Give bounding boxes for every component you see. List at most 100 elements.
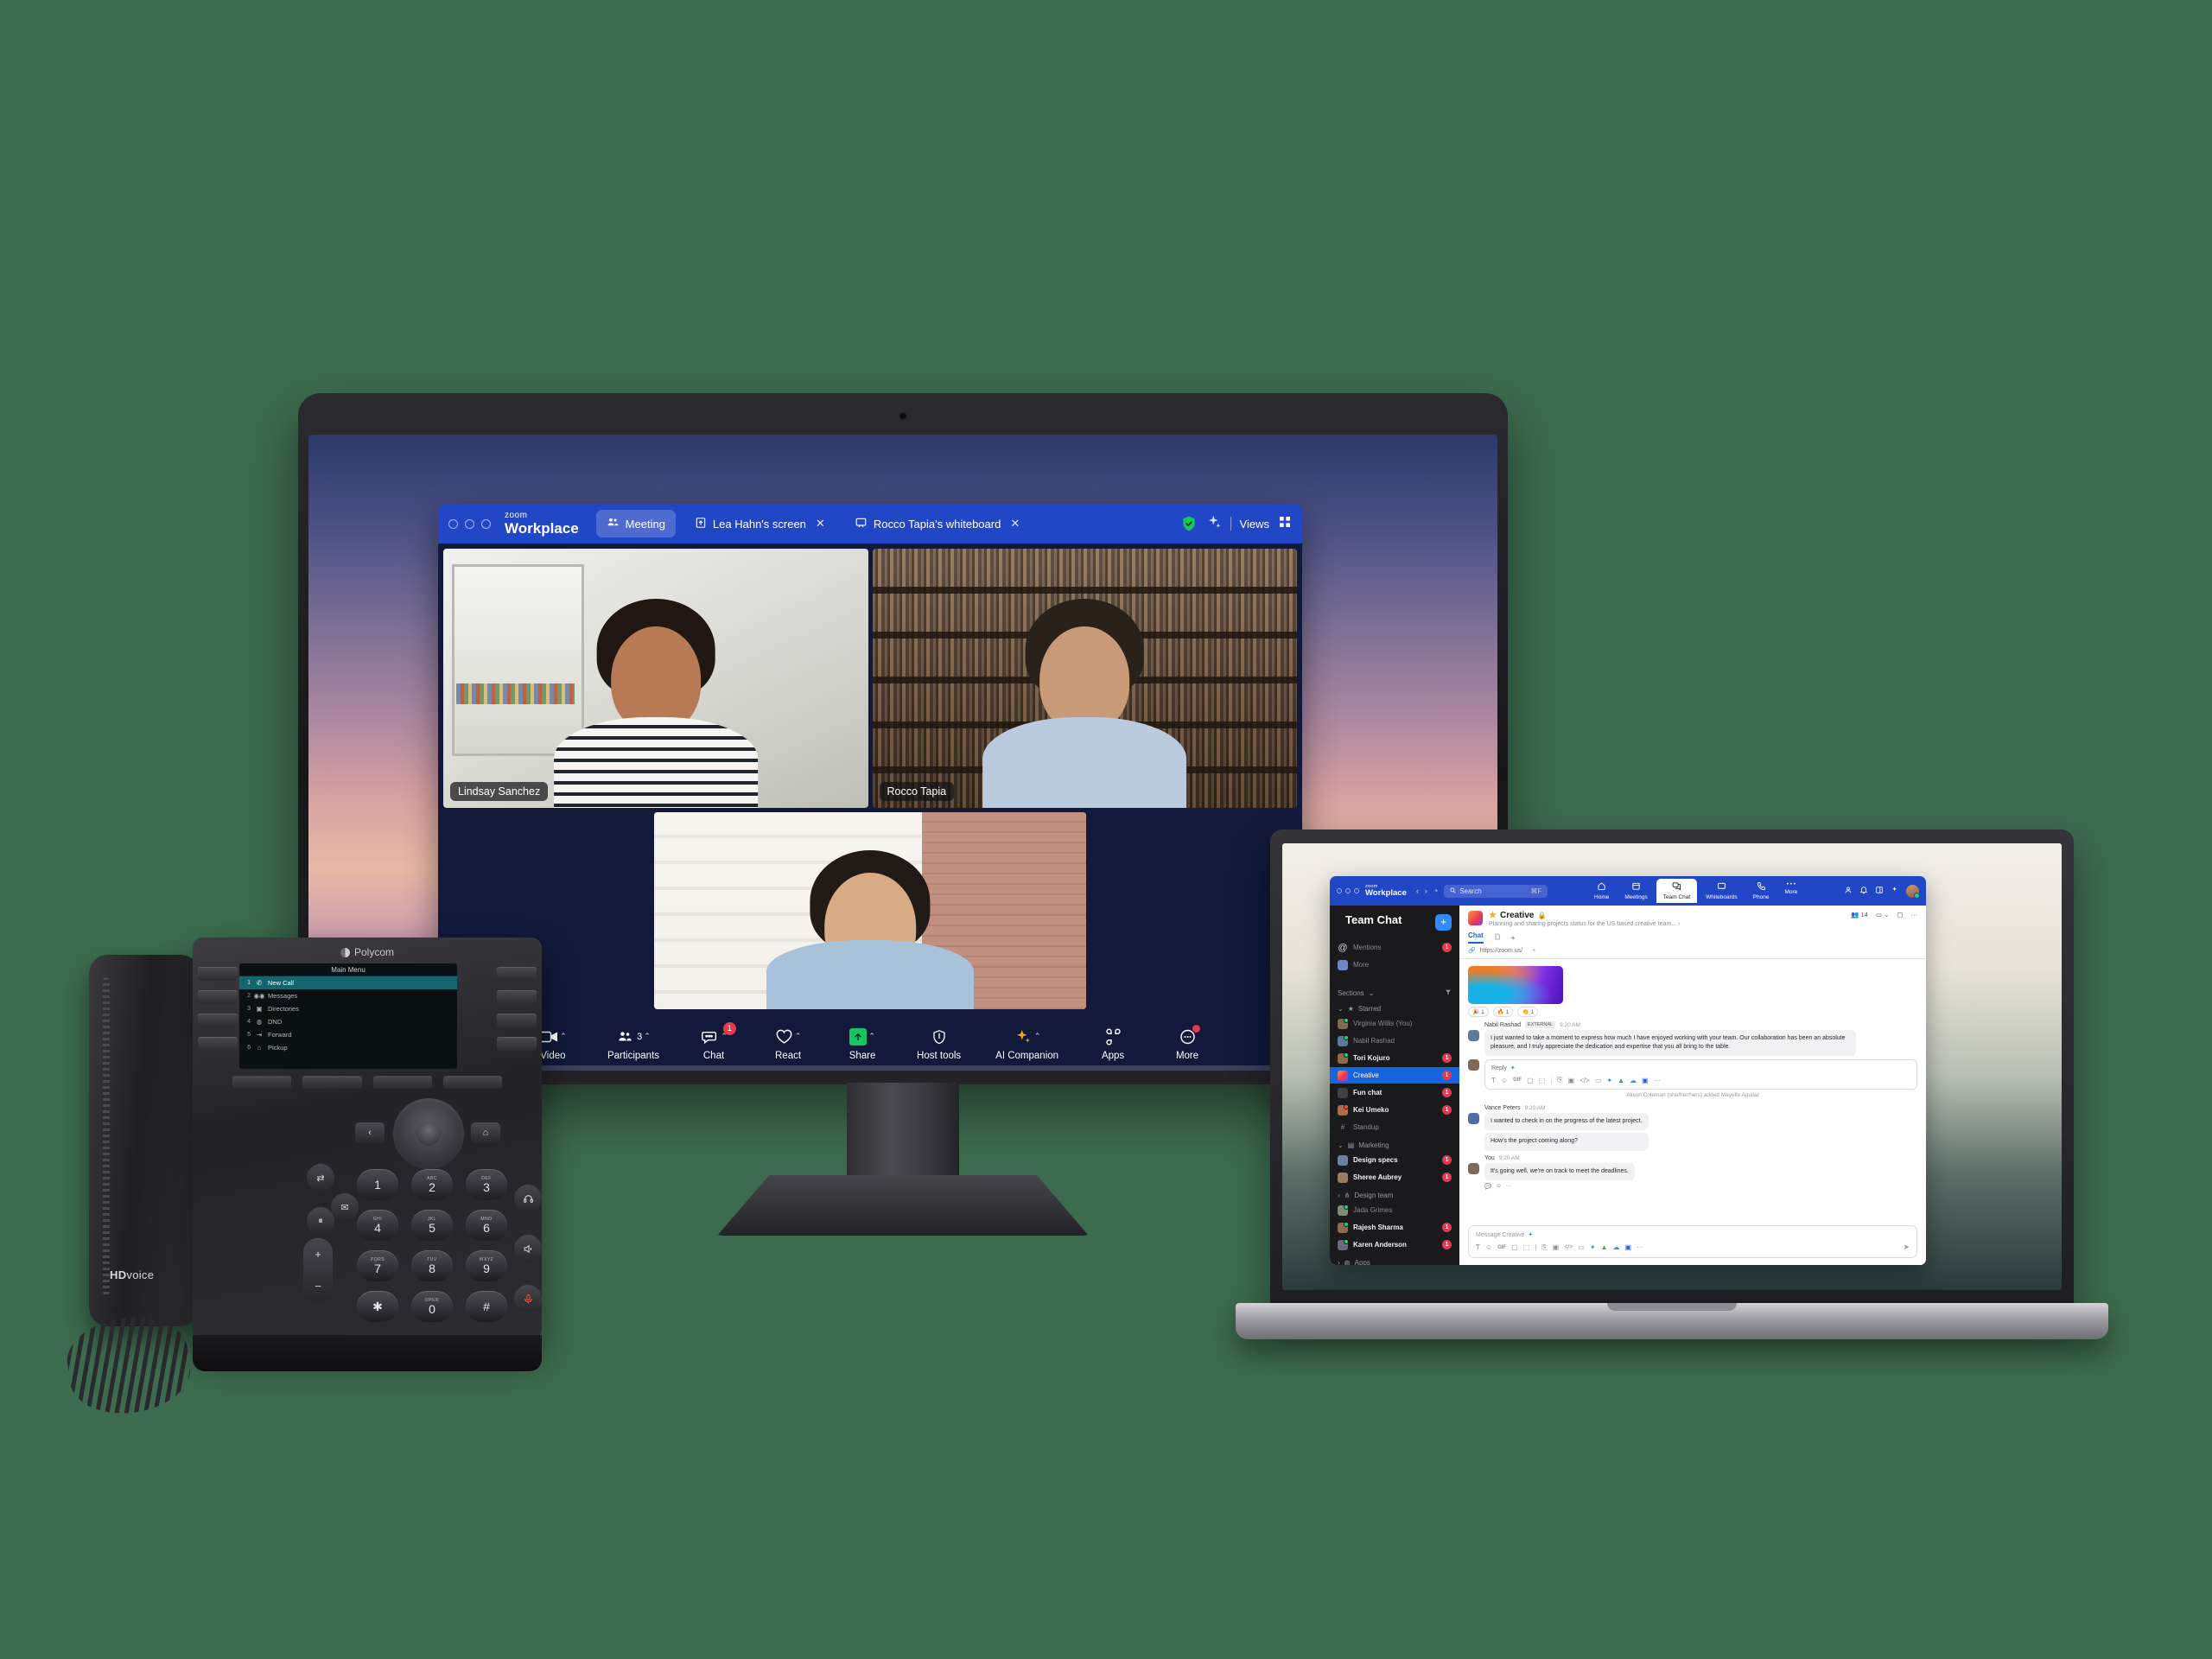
window-controls[interactable] bbox=[1337, 888, 1359, 893]
line-keys-right[interactable] bbox=[497, 967, 537, 1051]
volume-up-button[interactable]: + bbox=[315, 1248, 321, 1261]
chevron-up-icon[interactable]: ⌃ bbox=[868, 1032, 875, 1041]
gif-icon[interactable]: GIF bbox=[1513, 1077, 1522, 1083]
app-icon[interactable]: ▣ bbox=[1625, 1243, 1632, 1251]
new-chat-button[interactable]: + bbox=[1435, 913, 1452, 931]
maximize-window-button[interactable] bbox=[1354, 888, 1359, 893]
audio-icon[interactable]: ⎘ bbox=[1541, 1243, 1547, 1252]
sections-header[interactable]: Sections ⌄ bbox=[1330, 983, 1459, 999]
sidebar-item-standup[interactable]: # Standup bbox=[1330, 1119, 1459, 1135]
line-key[interactable] bbox=[497, 1037, 537, 1051]
pinned-link[interactable]: https://zoom.us/ bbox=[1480, 948, 1522, 954]
sidebar-item-virginia-willis[interactable]: Virginia Willis (You) bbox=[1330, 1015, 1459, 1032]
key-pound[interactable]: # bbox=[466, 1291, 507, 1322]
sidebar-item-fun-chat[interactable]: Fun chat 1 bbox=[1330, 1084, 1459, 1101]
sidebar-item-nabil-rashad[interactable]: Nabil Rashad bbox=[1330, 1033, 1459, 1049]
toolbar-chat-button[interactable]: 1 ⌃ Chat bbox=[694, 1021, 736, 1061]
sidebar-item-creative[interactable]: Creative 1 bbox=[1330, 1067, 1459, 1084]
line-key[interactable] bbox=[497, 967, 537, 981]
cloud-icon[interactable]: ☁ bbox=[1630, 1077, 1637, 1084]
toolbar-react-button[interactable]: ⌃ React bbox=[768, 1027, 808, 1061]
file-icon[interactable]: ▢ bbox=[1511, 1243, 1518, 1251]
emoji-icon[interactable]: ☺ bbox=[1485, 1243, 1492, 1251]
soft-key[interactable] bbox=[442, 1076, 502, 1089]
home-button[interactable]: ⌂ bbox=[471, 1122, 500, 1143]
tab-meeting[interactable]: Meeting bbox=[595, 510, 676, 537]
more-dots-icon[interactable]: ··· bbox=[1506, 1183, 1512, 1189]
code-icon[interactable]: </> bbox=[1564, 1244, 1573, 1250]
key-9[interactable]: WXYZ 9 bbox=[466, 1250, 507, 1281]
sidebar-item-tori-kojuro[interactable]: Tori Kojuro 1 bbox=[1330, 1050, 1459, 1066]
start-meeting-button[interactable]: ▭ ⌄ bbox=[1876, 911, 1889, 918]
sidebar-item-sheree-aubrey[interactable]: Sheree Aubrey 1 bbox=[1330, 1169, 1459, 1185]
key-1[interactable]: 1 bbox=[357, 1169, 398, 1200]
window-controls[interactable] bbox=[448, 518, 491, 529]
sidebar-item-jada-grimes[interactable]: Jada Grimes bbox=[1330, 1202, 1459, 1218]
sidebar-group-design-team[interactable]: › ⋔ Design team bbox=[1330, 1186, 1459, 1201]
views-button-label[interactable]: Views bbox=[1240, 518, 1269, 531]
phone-handset[interactable]: HDvoice bbox=[89, 955, 200, 1326]
reply-icon[interactable]: 💬 bbox=[1484, 1183, 1491, 1190]
reply-input[interactable]: Reply ✦ Ƭ ☺ GIF ▢ ⬚ | ⎘ ▣ </> ▭ ✦ ▲ ☁ ▣ … bbox=[1484, 1059, 1917, 1090]
reaction-chip[interactable]: 👏 1 bbox=[1517, 1007, 1539, 1017]
star-icon[interactable]: ★ bbox=[1489, 911, 1497, 920]
file-icon[interactable]: ▢ bbox=[1527, 1077, 1534, 1084]
panel-icon[interactable] bbox=[1875, 883, 1884, 899]
phone-menu-item-forward[interactable]: 5 ⇥ Forward bbox=[239, 1028, 457, 1041]
sidebar-item-rajesh-sharma[interactable]: Rajesh Sharma 1 bbox=[1330, 1219, 1459, 1236]
contacts-icon[interactable] bbox=[1844, 883, 1853, 899]
key-3[interactable]: DEF 3 bbox=[466, 1169, 507, 1200]
sidebar-item-kei-umeko[interactable]: Kei Umeko 1 bbox=[1330, 1102, 1459, 1118]
audio-icon[interactable]: ⎘ bbox=[1557, 1076, 1562, 1084]
nav-phone[interactable]: Phone bbox=[1746, 879, 1777, 903]
more-dots-icon[interactable]: ··· bbox=[1637, 1243, 1643, 1251]
tab-rocco-tapia-whiteboard[interactable]: Rocco Tapia's whiteboard ✕ bbox=[844, 511, 1030, 537]
video-tile-lea-hahn[interactable]: Lea Hahn bbox=[654, 812, 1086, 1009]
nav-home[interactable]: Home bbox=[1587, 879, 1616, 903]
nav-more[interactable]: • • • More bbox=[1777, 879, 1804, 903]
key-5[interactable]: JKL 5 bbox=[411, 1210, 453, 1241]
toolbar-apps-button[interactable]: Apps bbox=[1093, 1027, 1133, 1061]
line-key[interactable] bbox=[198, 1037, 238, 1051]
tab-files-icon[interactable] bbox=[1494, 933, 1501, 942]
key-2[interactable]: ABC 2 bbox=[411, 1169, 453, 1200]
reaction-chip[interactable]: 🔥 1 bbox=[1492, 1007, 1514, 1017]
clock-icon[interactable]: ◔ bbox=[1433, 887, 1438, 895]
sparkle-icon[interactable] bbox=[1891, 883, 1899, 899]
screen-icon[interactable]: ▭ bbox=[1578, 1243, 1585, 1251]
phone-menu-item-new-call[interactable]: 1 ✆ New Call bbox=[239, 976, 457, 989]
line-keys-left[interactable] bbox=[198, 967, 238, 1051]
video-icon[interactable]: ▣ bbox=[1553, 1243, 1560, 1251]
phone-menu-item-directories[interactable]: 3 ▣ Directories bbox=[239, 1002, 457, 1015]
send-icon[interactable]: ➤ bbox=[1903, 1243, 1910, 1252]
line-key[interactable] bbox=[198, 1014, 238, 1027]
navigation-pad[interactable] bbox=[393, 1098, 464, 1169]
chevron-up-icon[interactable]: ⌃ bbox=[721, 1032, 728, 1041]
video-tile-rocco-tapia[interactable]: Rocco Tapia bbox=[872, 549, 1297, 808]
soft-key[interactable] bbox=[232, 1076, 292, 1089]
close-tab-rocco-tapia-whiteboard[interactable]: ✕ bbox=[1010, 517, 1020, 531]
channel-more-button[interactable]: ··· bbox=[1911, 911, 1918, 918]
phone-keypad[interactable]: 1 ABC 2 DEF 3 GHI 4 JKL 5 MNO 6 PQRS 7 TUV 8 WX… bbox=[357, 1169, 509, 1322]
forward-button[interactable]: › bbox=[1425, 887, 1427, 895]
key-star[interactable]: ✱ bbox=[357, 1291, 398, 1322]
maximize-window-button[interactable] bbox=[481, 518, 491, 529]
code-icon[interactable]: </> bbox=[1580, 1077, 1590, 1084]
sparkle-icon[interactable]: ✦ bbox=[1590, 1243, 1596, 1251]
sidebar-item-mentions[interactable]: @ Mentions 1 bbox=[1330, 939, 1459, 956]
minimize-window-button[interactable] bbox=[465, 518, 474, 529]
encryption-shield-icon[interactable] bbox=[1180, 515, 1198, 532]
format-icon[interactable]: Ƭ bbox=[1476, 1243, 1480, 1251]
chevron-down-icon[interactable]: ⌄ bbox=[1369, 989, 1375, 997]
key-7[interactable]: PQRS 7 bbox=[357, 1250, 398, 1281]
mute-button[interactable] bbox=[514, 1285, 542, 1313]
grid-view-icon[interactable] bbox=[1278, 515, 1292, 533]
minimize-window-button[interactable] bbox=[1345, 888, 1351, 893]
drive-icon[interactable]: ▲ bbox=[1601, 1243, 1608, 1251]
key-8[interactable]: TUV 8 bbox=[411, 1250, 453, 1281]
avatar[interactable] bbox=[1905, 884, 1920, 899]
video-tile-lindsay-sanchez[interactable]: Lindsay Sanchez bbox=[443, 549, 868, 808]
sparkle-icon[interactable]: ✦ bbox=[1510, 1065, 1516, 1071]
close-tab-lea-hahn-screen[interactable]: ✕ bbox=[816, 517, 825, 531]
add-pinned-link-button[interactable]: + bbox=[1532, 948, 1535, 954]
